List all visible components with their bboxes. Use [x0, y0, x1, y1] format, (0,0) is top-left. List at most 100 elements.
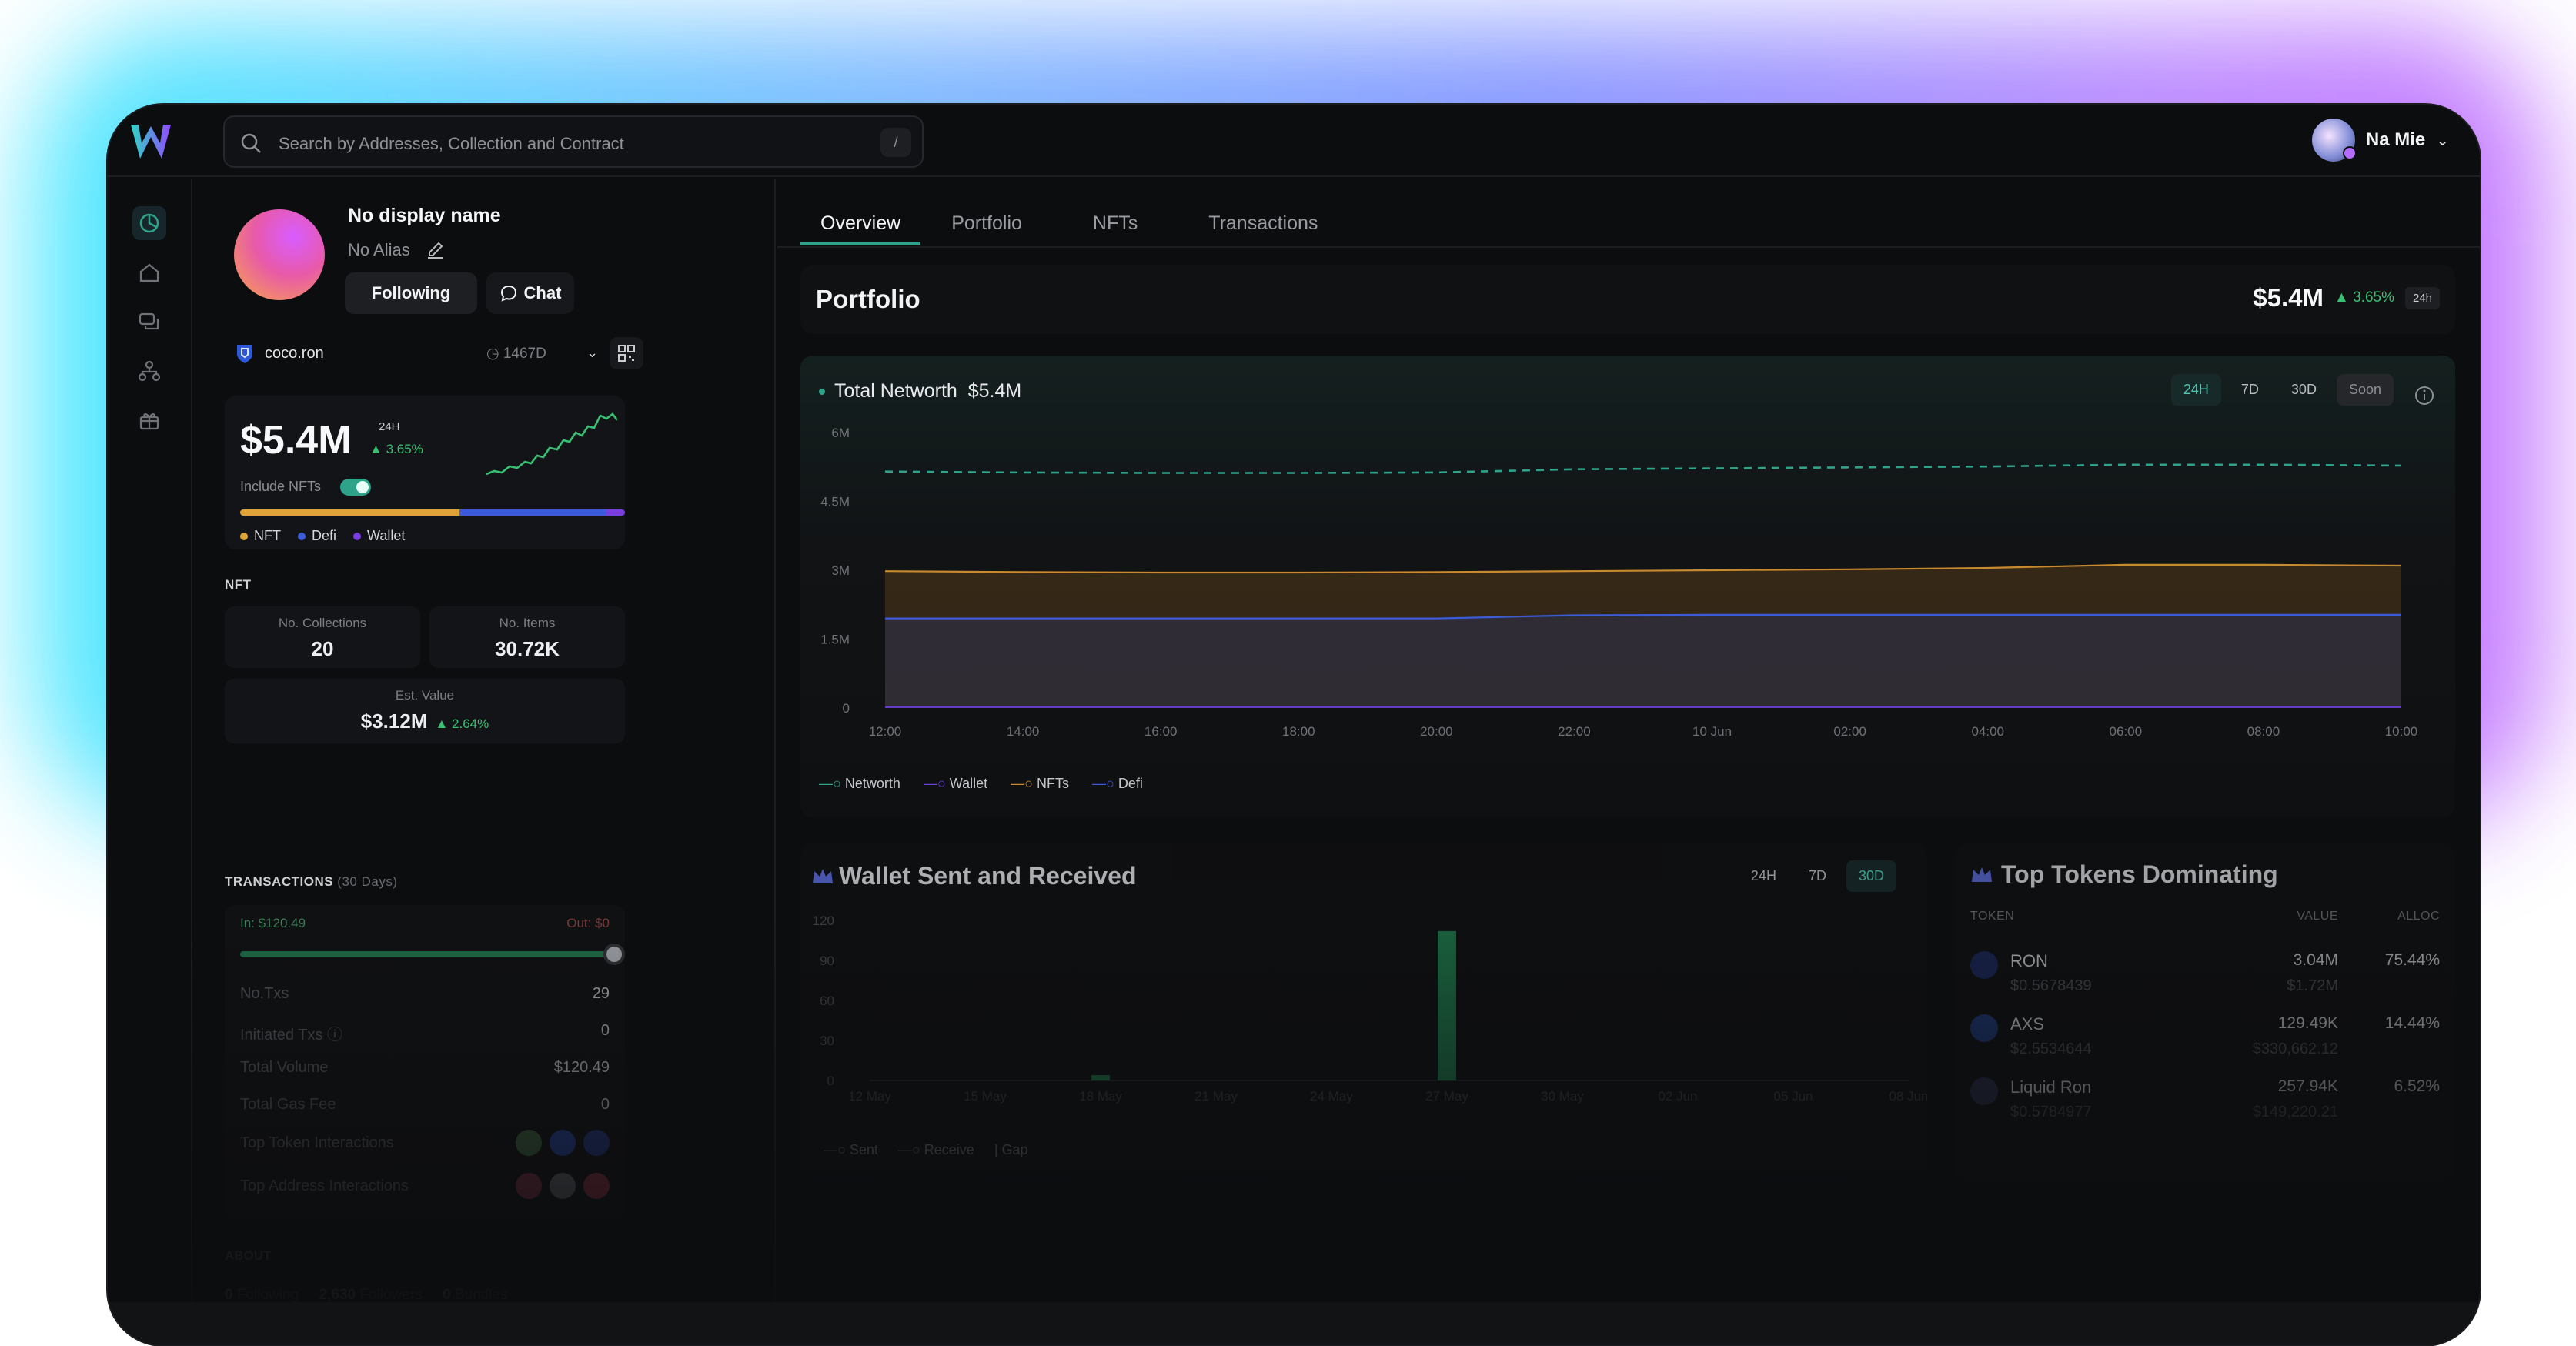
tx-row-label: No.Txs: [240, 985, 289, 1002]
series-area-defi: [885, 614, 2401, 708]
period-24h[interactable]: 24H: [2170, 374, 2221, 406]
x-tick-label: 16:00: [1144, 724, 1178, 739]
wallet-period-selector: 24H 7D 30D: [1739, 860, 1896, 892]
period-7d[interactable]: 7D: [1796, 860, 1839, 892]
x-tick-label: 15 May: [964, 1089, 1007, 1104]
sidebar-item-portfolio[interactable]: [132, 206, 166, 240]
networth-legend: —○ Networth —○ Wallet —○ NFTs —○ Defi: [819, 776, 1143, 792]
chevron-down-icon[interactable]: ⌄: [586, 345, 598, 361]
logo-icon[interactable]: [128, 120, 174, 163]
tab-bar: Overview Portfolio NFTs Transactions: [800, 202, 1338, 245]
portfolio-change: ▲ 3.65%: [2334, 289, 2394, 306]
tab-transactions[interactable]: Transactions: [1188, 202, 1338, 245]
networth-value: $5.4M: [240, 418, 352, 463]
network-icon: [138, 360, 161, 382]
sidebar-item-rewards[interactable]: [132, 403, 166, 437]
nft-section-title: NFT: [225, 577, 252, 592]
info-icon[interactable]: ⓘ: [327, 1027, 342, 1044]
legend-nft-label: NFT: [254, 528, 281, 543]
token-value: 129.49K: [2277, 1014, 2338, 1032]
token-alloc: 14.44%: [2384, 1014, 2440, 1032]
table-row[interactable]: RON $0.5678439 3.04M $1.72M 75.44%: [1970, 947, 2440, 1000]
nft-items-value: 30.72K: [495, 637, 560, 660]
sidebar-item-messages[interactable]: [132, 305, 166, 339]
legend-wallet-label: Wallet: [367, 528, 406, 543]
wallet-selector[interactable]: coco.ron ◷ 1467D ⌄: [225, 332, 748, 374]
tab-overview[interactable]: Overview: [800, 202, 921, 245]
tx-top-address-label: Top Address Interactions: [240, 1177, 409, 1194]
tab-portfolio[interactable]: Portfolio: [931, 202, 1042, 245]
qr-icon: [618, 345, 635, 362]
table-row[interactable]: AXS $2.5534644 129.49K $330,662.12 14.44…: [1970, 1010, 2440, 1064]
x-tick-label: 20:00: [1420, 724, 1453, 739]
legend-wallet[interactable]: —○ Wallet: [924, 776, 987, 792]
allocation-bar: [240, 509, 625, 516]
token-icon[interactable]: [550, 1130, 576, 1156]
y-tick-label: 120: [813, 913, 834, 928]
tx-row-value: $120.49: [553, 1059, 610, 1076]
token-usd: $1.72M: [2287, 977, 2338, 994]
tx-top-token-label: Top Token Interactions: [240, 1134, 394, 1151]
avatar[interactable]: [550, 1173, 576, 1199]
legend-receive[interactable]: —○ Receive: [898, 1142, 974, 1158]
slider-knob[interactable]: [603, 944, 625, 965]
token-icon[interactable]: [583, 1130, 610, 1156]
search-bar[interactable]: Search by Addresses, Collection and Cont…: [223, 115, 924, 168]
tx-in-out-slider[interactable]: [240, 944, 625, 965]
nft-est-change: ▲ 2.64%: [435, 716, 489, 731]
portfolio-title: Portfolio: [816, 285, 920, 313]
legend-nfts[interactable]: —○ NFTs: [1011, 776, 1069, 792]
edit-icon[interactable]: [425, 239, 446, 260]
alias-text: No Alias: [348, 240, 410, 259]
about-followers-count: 2,630: [319, 1287, 356, 1303]
legend-networth[interactable]: —○ Networth: [819, 776, 900, 792]
transactions-title-text: TRANSACTIONS: [225, 874, 334, 889]
token-name: RON: [2010, 951, 2048, 970]
col-header-token: TOKEN: [1970, 910, 2015, 923]
tab-nfts[interactable]: NFTs: [1073, 202, 1158, 245]
include-nfts-label: Include NFTs: [240, 479, 322, 494]
legend-defi-label: Defi: [312, 528, 337, 543]
tx-row-value: 29: [592, 985, 610, 1002]
bar-27-may: [1438, 930, 1456, 1080]
table-row[interactable]: Liquid Ron $0.5784977 257.94K $149,220.2…: [1970, 1073, 2440, 1127]
token-icon[interactable]: [516, 1130, 542, 1156]
period-30d[interactable]: 30D: [2279, 374, 2329, 406]
user-menu[interactable]: Na Mie ⌄: [2311, 115, 2449, 165]
legend-defi[interactable]: —○ Defi: [1092, 776, 1143, 792]
token-alloc: 75.44%: [2384, 951, 2440, 969]
avatar[interactable]: [516, 1173, 542, 1199]
col-header-alloc: ALLOC: [2397, 910, 2440, 923]
about-following-label[interactable]: Following: [237, 1287, 299, 1303]
legend-gap[interactable]: | Gap: [994, 1142, 1028, 1158]
clock-icon: ◷: [486, 346, 503, 362]
qr-button[interactable]: [610, 337, 643, 369]
following-button[interactable]: Following: [345, 272, 477, 314]
period-7d[interactable]: 7D: [2229, 374, 2271, 406]
tx-row-gas: Total Gas Fee 0: [240, 1096, 610, 1114]
x-tick-label: 02 Jun: [1658, 1089, 1697, 1104]
legend-receive-label: Receive: [924, 1142, 974, 1157]
period-30d[interactable]: 30D: [1846, 860, 1896, 892]
top-tokens-card: Top Tokens Dominating TOKEN VALUE ALLOC …: [1955, 843, 2455, 1182]
tx-row-value: 0: [600, 1022, 610, 1039]
chat-button[interactable]: Chat: [486, 272, 574, 314]
chat-label: Chat: [523, 283, 562, 302]
transactions-title: TRANSACTIONS (30 Days): [225, 874, 397, 890]
portfolio-period-badge[interactable]: 24h: [2404, 286, 2440, 309]
avatar[interactable]: [583, 1173, 610, 1199]
legend-gap-label: Gap: [1001, 1142, 1028, 1157]
info-icon[interactable]: [2414, 385, 2435, 406]
legend-sent[interactable]: —○ Sent: [824, 1142, 878, 1158]
footer-bar: [108, 1302, 2480, 1345]
nft-est-change-value: 2.64%: [452, 716, 489, 731]
top-bar: Search by Addresses, Collection and Cont…: [108, 105, 2480, 177]
x-tick-label: 30 May: [1541, 1089, 1584, 1104]
sidebar-item-network[interactable]: [132, 354, 166, 388]
about-bundles-label[interactable]: Bundles: [455, 1287, 508, 1303]
about-followers-label[interactable]: Followers: [359, 1287, 422, 1303]
period-24h[interactable]: 24H: [1739, 860, 1789, 892]
sidebar-item-home[interactable]: [132, 256, 166, 289]
include-nfts-toggle[interactable]: [340, 479, 371, 496]
tab-divider: [777, 246, 2480, 248]
